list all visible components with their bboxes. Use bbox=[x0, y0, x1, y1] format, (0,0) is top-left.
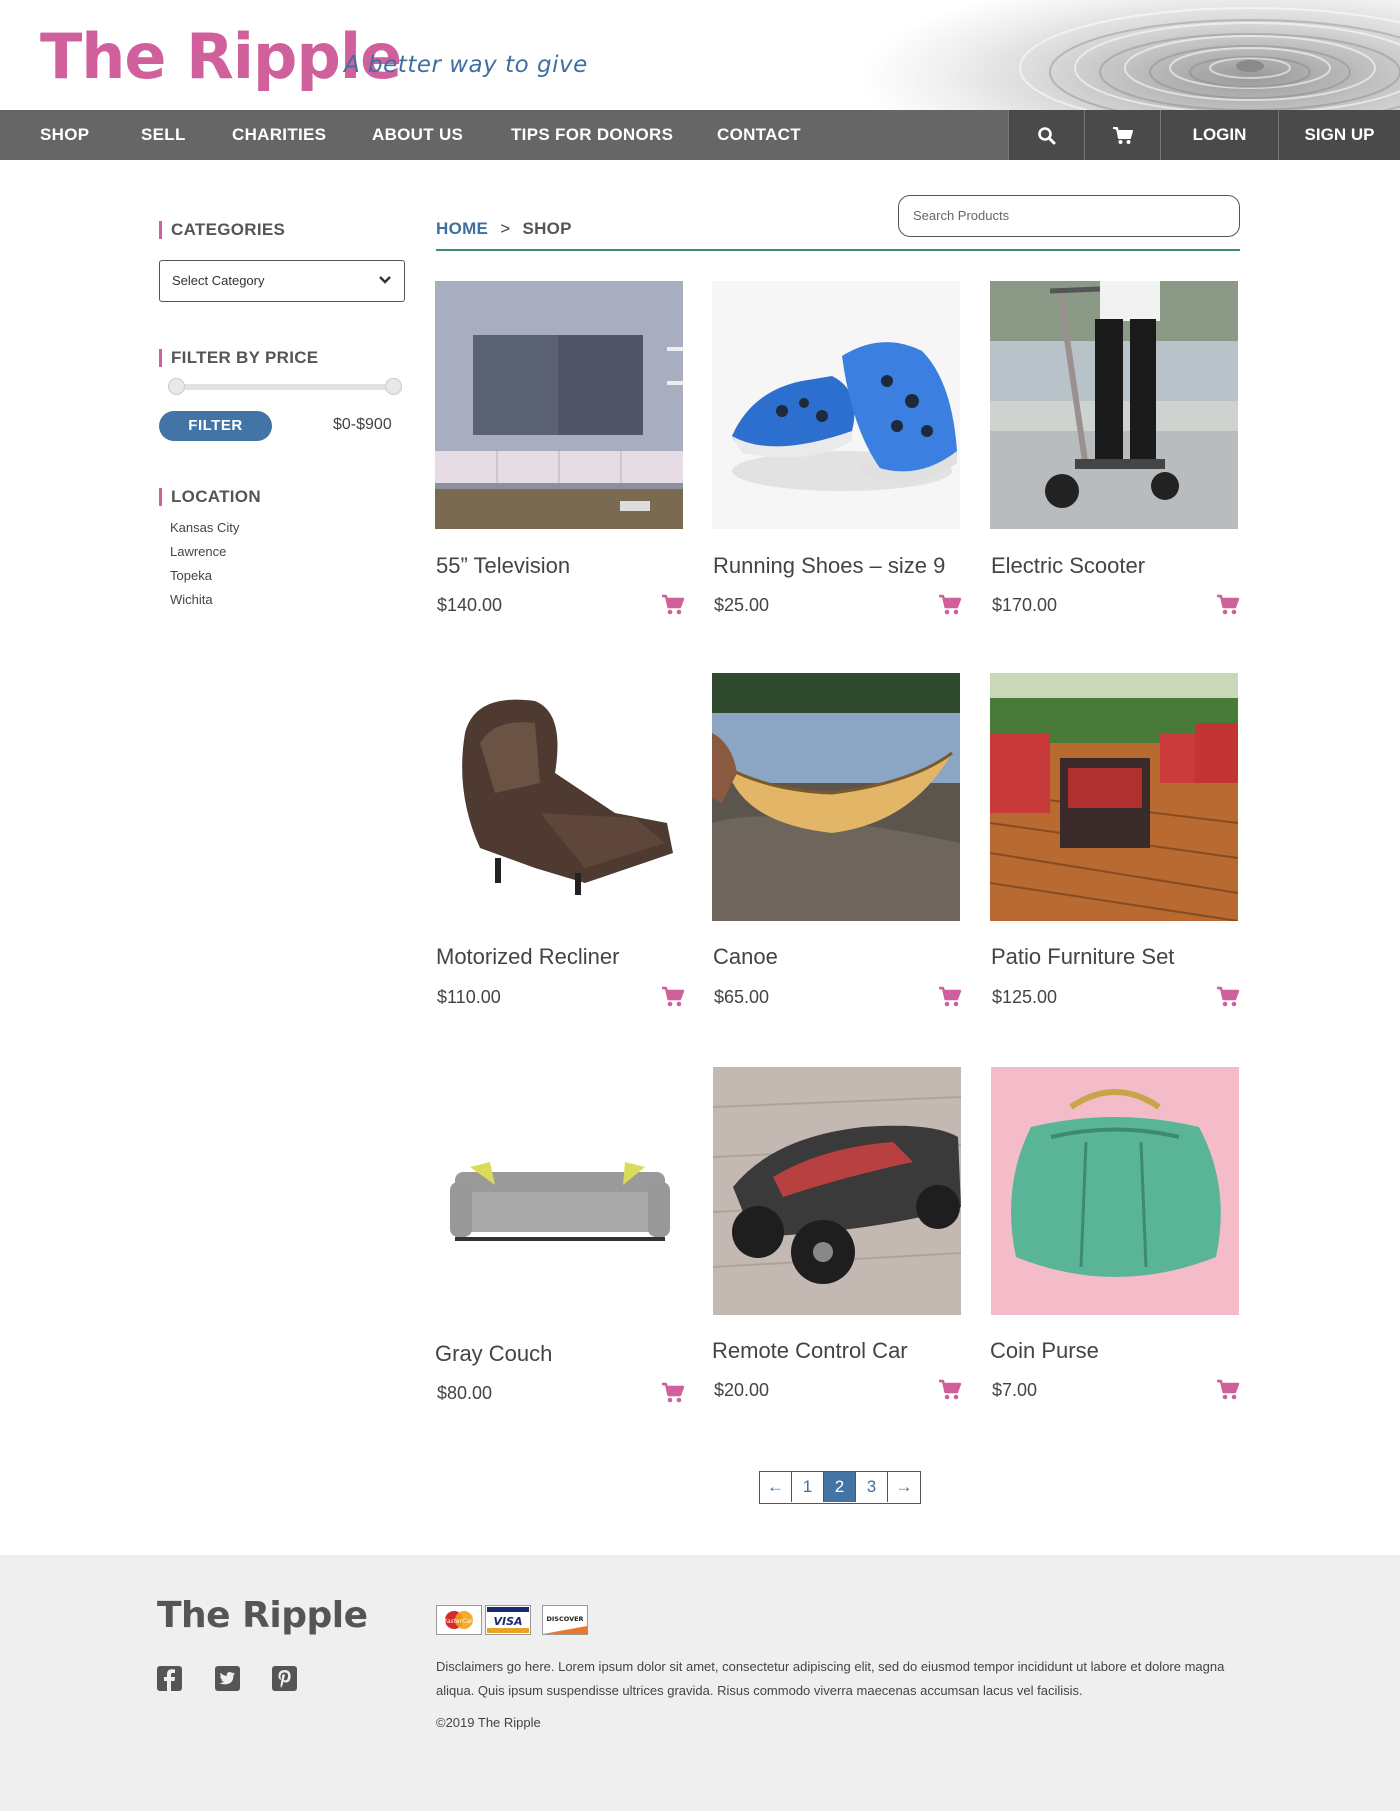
nav-item-sell[interactable]: SELL bbox=[141, 110, 186, 160]
breadcrumb-separator: > bbox=[500, 219, 511, 238]
nav-item-about-us[interactable]: ABOUT US bbox=[372, 110, 463, 160]
product-price: $140.00 bbox=[437, 595, 503, 615]
product-image-electric-scooter[interactable] bbox=[990, 281, 1238, 529]
location-item-wichita[interactable]: Wichita bbox=[170, 592, 213, 607]
site-footer: The Ripple MasterCard VISA DISCOVER Disc… bbox=[0, 1555, 1400, 1811]
categories-heading: CATEGORIES bbox=[159, 221, 285, 239]
product-price: $125.00 bbox=[992, 987, 1058, 1007]
nav-item-contact[interactable]: CONTACT bbox=[717, 110, 801, 160]
product-title[interactable]: Motorized Recliner bbox=[436, 944, 619, 970]
footer-copyright: ©2019 The Ripple bbox=[436, 1715, 541, 1730]
breadcrumb-home[interactable]: HOME bbox=[436, 219, 488, 238]
add-to-cart-icon[interactable] bbox=[1216, 594, 1240, 616]
discover-icon: DISCOVER bbox=[542, 1605, 588, 1635]
product-title[interactable]: Electric Scooter bbox=[991, 553, 1145, 579]
pagination-page-1[interactable]: 1 bbox=[792, 1472, 824, 1502]
site-header: The Ripple A better way to give bbox=[0, 0, 1400, 110]
nav-cart-button[interactable] bbox=[1084, 110, 1160, 160]
nav-login-button[interactable]: LOGIN bbox=[1160, 110, 1278, 160]
product-price: $110.00 bbox=[437, 987, 501, 1007]
product-title[interactable]: Running Shoes – size 9 bbox=[713, 553, 945, 579]
add-to-cart-icon[interactable] bbox=[1216, 986, 1240, 1008]
product-title[interactable]: Remote Control Car bbox=[712, 1338, 908, 1364]
pagination-page-2[interactable]: 2 bbox=[824, 1472, 856, 1502]
add-to-cart-icon[interactable] bbox=[661, 594, 685, 616]
pagination-page-3[interactable]: 3 bbox=[856, 1472, 888, 1502]
filter-by-price-heading: FILTER BY PRICE bbox=[159, 349, 318, 367]
pagination: ← 1 2 3 → bbox=[759, 1471, 921, 1504]
price-range-label: $0-$900 bbox=[333, 416, 392, 433]
nav-item-shop[interactable]: SHOP bbox=[40, 110, 89, 160]
search-icon bbox=[1037, 126, 1055, 145]
twitter-icon[interactable] bbox=[215, 1666, 240, 1691]
ripple-banner-image bbox=[800, 0, 1400, 110]
product-title[interactable]: Coin Purse bbox=[990, 1338, 1099, 1364]
discover-label: DISCOVER bbox=[546, 1615, 583, 1623]
product-image-remote-control-car[interactable] bbox=[713, 1067, 961, 1315]
pinterest-icon[interactable] bbox=[272, 1666, 297, 1691]
facebook-icon[interactable] bbox=[157, 1666, 182, 1691]
site-tagline: A better way to give bbox=[344, 52, 588, 78]
footer-logo[interactable]: The Ripple bbox=[157, 1595, 368, 1636]
visa-label: VISA bbox=[493, 1615, 522, 1628]
chevron-down-icon bbox=[379, 276, 391, 284]
product-price: $80.00 bbox=[437, 1383, 493, 1403]
category-select-value: Select Category bbox=[172, 273, 265, 288]
cart-icon bbox=[1112, 126, 1133, 144]
add-to-cart-icon[interactable] bbox=[938, 594, 962, 616]
product-image-television[interactable] bbox=[435, 281, 683, 529]
location-heading: LOCATION bbox=[159, 488, 261, 506]
footer-disclaimer: Disclaimers go here. Lorem ipsum dolor s… bbox=[436, 1659, 1225, 1698]
search-products-input[interactable]: Search Products bbox=[898, 195, 1240, 237]
mastercard-label: MasterCard bbox=[442, 1618, 477, 1625]
product-title[interactable]: Patio Furniture Set bbox=[991, 944, 1174, 970]
product-image-motorized-recliner[interactable] bbox=[435, 673, 683, 921]
product-image-coin-purse[interactable] bbox=[991, 1067, 1239, 1315]
add-to-cart-icon[interactable] bbox=[1216, 1379, 1240, 1401]
breadcrumb-current: SHOP bbox=[522, 219, 572, 238]
location-item-kansas-city[interactable]: Kansas City bbox=[170, 520, 239, 535]
nav-signup-button[interactable]: SIGN UP bbox=[1278, 110, 1400, 160]
product-image-gray-couch[interactable] bbox=[435, 1067, 683, 1315]
price-slider-max-handle[interactable] bbox=[385, 378, 402, 395]
product-title[interactable]: Gray Couch bbox=[435, 1341, 552, 1367]
price-slider-min-handle[interactable] bbox=[168, 378, 185, 395]
product-price: $7.00 bbox=[992, 1380, 1038, 1400]
product-price: $20.00 bbox=[714, 1380, 770, 1400]
price-slider-track[interactable] bbox=[170, 384, 396, 390]
filter-button[interactable]: FILTER bbox=[159, 411, 272, 441]
product-title[interactable]: 55” Television bbox=[436, 553, 570, 579]
nav-item-charities[interactable]: CHARITIES bbox=[232, 110, 326, 160]
product-price: $170.00 bbox=[992, 595, 1058, 615]
product-image-canoe[interactable] bbox=[712, 673, 960, 921]
breadcrumb: HOME > SHOP bbox=[436, 219, 572, 239]
nav-search-button[interactable] bbox=[1008, 110, 1084, 160]
product-price: $65.00 bbox=[714, 987, 770, 1007]
add-to-cart-icon[interactable] bbox=[661, 986, 685, 1008]
location-item-lawrence[interactable]: Lawrence bbox=[170, 544, 226, 559]
product-image-running-shoes[interactable] bbox=[712, 281, 960, 529]
pagination-next-button[interactable]: → bbox=[888, 1472, 920, 1502]
category-select[interactable]: Select Category bbox=[159, 260, 405, 302]
add-to-cart-icon[interactable] bbox=[661, 1382, 685, 1404]
nav-item-tips-for-donors[interactable]: TIPS FOR DONORS bbox=[511, 110, 673, 160]
location-item-topeka[interactable]: Topeka bbox=[170, 568, 212, 583]
product-image-patio-furniture-set[interactable] bbox=[990, 673, 1238, 921]
mastercard-icon: MasterCard bbox=[436, 1605, 482, 1635]
main-nav: SHOP SELL CHARITIES ABOUT US TIPS FOR DO… bbox=[0, 110, 1400, 160]
add-to-cart-icon[interactable] bbox=[938, 986, 962, 1008]
visa-icon: VISA bbox=[485, 1605, 531, 1635]
product-price: $25.00 bbox=[714, 595, 770, 615]
pagination-prev-button[interactable]: ← bbox=[760, 1472, 792, 1502]
add-to-cart-icon[interactable] bbox=[938, 1379, 962, 1401]
breadcrumb-divider bbox=[436, 249, 1240, 251]
product-title[interactable]: Canoe bbox=[713, 944, 778, 970]
